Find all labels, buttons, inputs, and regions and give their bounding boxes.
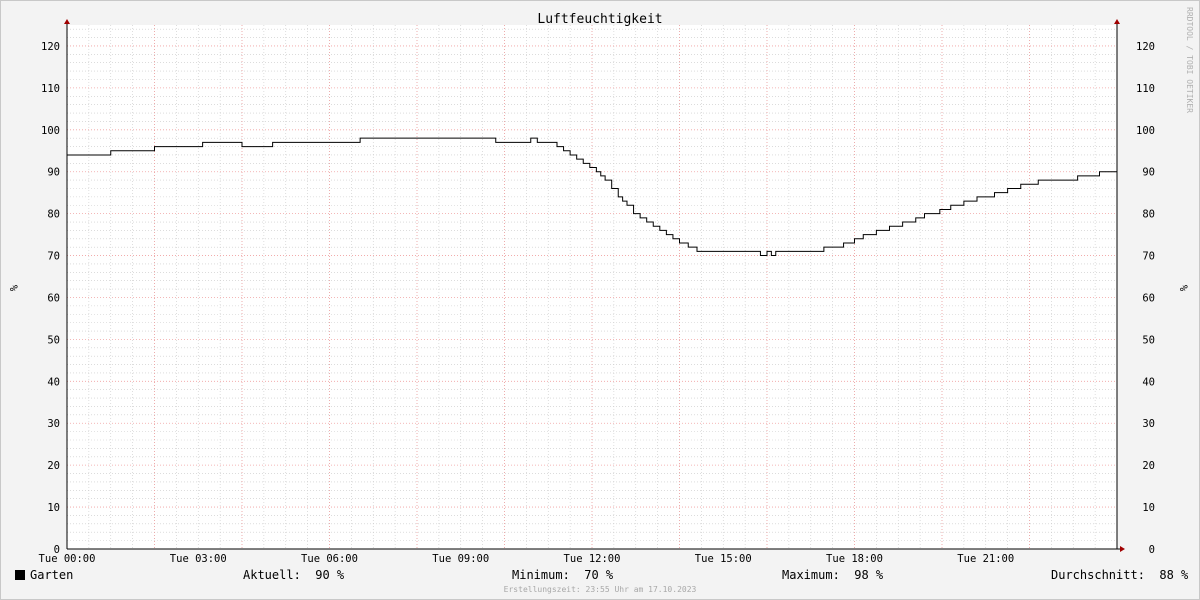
y-tick-label: 110 <box>41 83 60 95</box>
y-tick-label: 20 <box>47 460 60 472</box>
y-tick-label: 120 <box>41 41 60 53</box>
x-tick-label: Tue 15:00 <box>695 553 752 565</box>
y-tick-label: 80 <box>47 209 60 221</box>
y-tick-labels-left: 0102030405060708090100110120 <box>41 41 60 556</box>
y-tick-label: 30 <box>47 418 60 430</box>
legend-durchschnitt: Durchschnitt: 88 % <box>1051 568 1189 582</box>
y-tick-label: 50 <box>1142 334 1155 346</box>
chart: 0 10 20 30 40 50 60 70 80 90 100 110 120 0 10 20 30 40 50… <box>7 7 1194 565</box>
y-tick-label: 70 <box>47 251 60 263</box>
y-tick-label: 80 <box>1142 209 1155 221</box>
legend-series-name: Garten <box>30 568 74 582</box>
y-tick-label: 90 <box>47 167 60 179</box>
y-tick-label: 100 <box>1136 125 1155 137</box>
y-axis-arrow-left <box>64 19 70 24</box>
legend-swatch <box>15 570 25 580</box>
y-axis-label-right: % <box>1177 285 1189 292</box>
chart-title: Luftfeuchtigkeit <box>537 12 662 27</box>
y-tick-label: 90 <box>1142 167 1155 179</box>
y-tick-label: 20 <box>1142 460 1155 472</box>
legend-maximum: Maximum: 98 % <box>782 568 884 582</box>
y-tick-label: 110 <box>1136 83 1155 95</box>
y-tick-label: 0 <box>1149 544 1155 556</box>
y-tick-label: 60 <box>47 292 60 304</box>
x-tick-label: Tue 12:00 <box>564 553 621 565</box>
y-tick-label: 10 <box>47 502 60 514</box>
y-tick-label: 40 <box>47 376 60 388</box>
footer-timestamp: Erstellungszeit: 23:55 Uhr am 17.10.2023 <box>503 585 697 594</box>
y-tick-label: 70 <box>1142 251 1155 263</box>
y-tick-label: 100 <box>41 125 60 137</box>
x-tick-label: Tue 06:00 <box>301 553 358 565</box>
x-tick-labels: Tue 00:00 Tue 03:00 Tue 06:00 Tue 09:00 Tue … <box>39 553 1015 565</box>
y-tick-label: 30 <box>1142 418 1155 430</box>
y-tick-label: 10 <box>1142 502 1155 514</box>
legend-minimum: Minimum: 70 % <box>512 568 614 582</box>
y-tick-label: 120 <box>1136 41 1155 53</box>
x-tick-label: Tue 18:00 <box>826 553 883 565</box>
x-tick-label: Tue 09:00 <box>432 553 489 565</box>
y-tick-labels-right: 0 10 20 30 40 50 60 70 80 90 100 110 120 <box>1136 41 1155 556</box>
y-tick-label: 60 <box>1142 292 1155 304</box>
legend-aktuell: Aktuell: 90 % <box>243 568 345 582</box>
y-axis-arrow-right <box>1114 19 1120 24</box>
x-tick-label: Tue 03:00 <box>170 553 227 565</box>
x-tick-label: Tue 21:00 <box>957 553 1014 565</box>
y-axis-label-left: % <box>7 285 19 292</box>
watermark: RRDTOOL / TOBI OETIKER <box>1185 7 1194 113</box>
y-tick-label: 40 <box>1142 376 1155 388</box>
x-axis-arrow <box>1120 546 1125 552</box>
y-tick-label: 50 <box>47 334 60 346</box>
x-tick-label: Tue 00:00 <box>39 553 96 565</box>
